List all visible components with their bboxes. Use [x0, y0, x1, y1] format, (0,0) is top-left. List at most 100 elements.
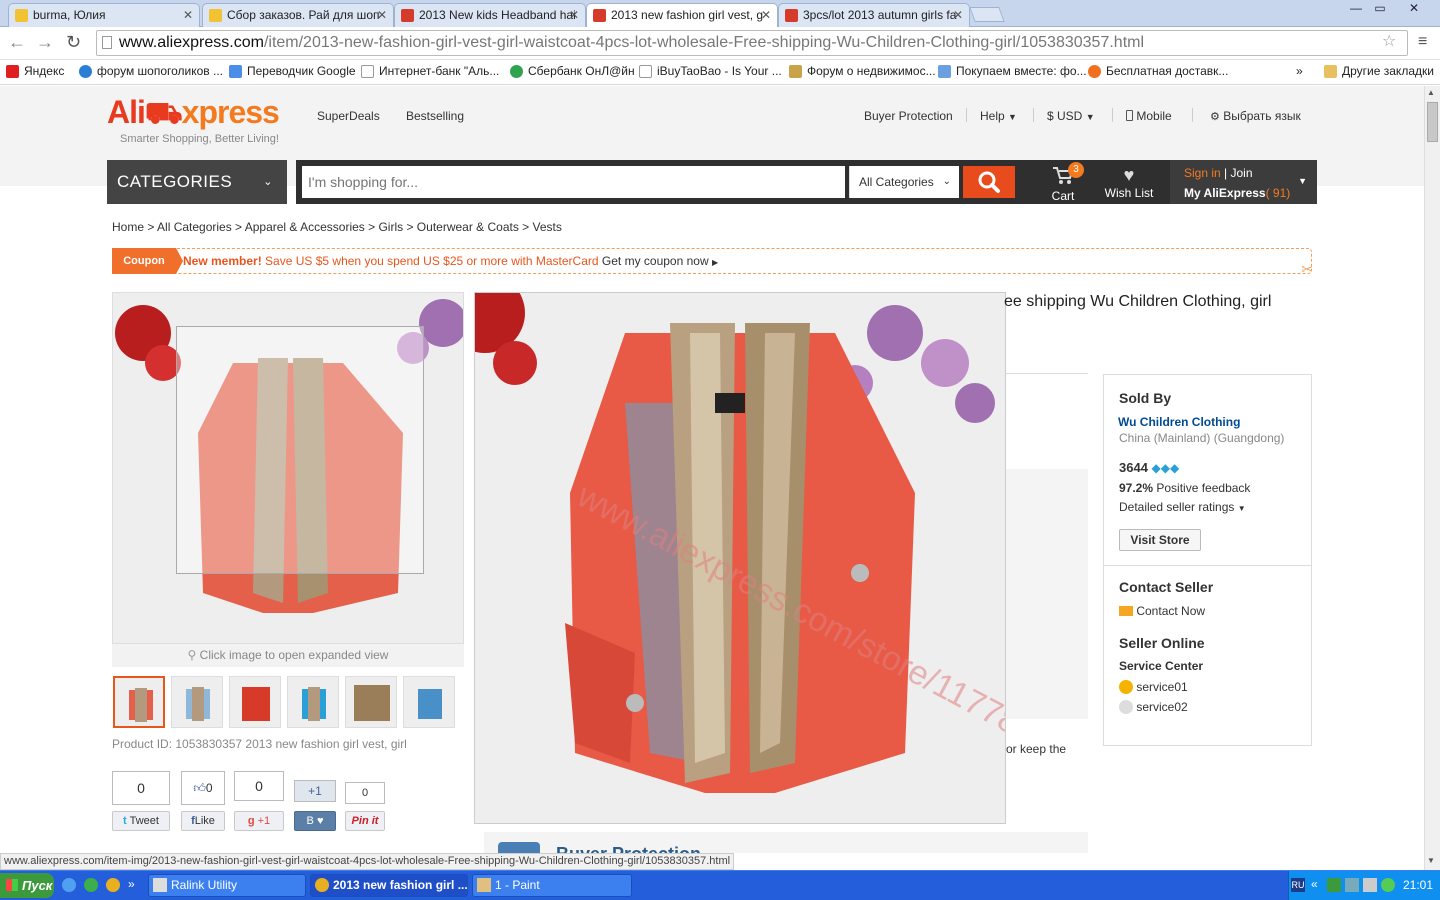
- ie-icon[interactable]: [62, 878, 76, 892]
- sign-in-link[interactable]: Sign in: [1184, 166, 1221, 180]
- my-aliexpress-menu[interactable]: Sign in | Join My AliExpress( 91) ▼: [1170, 160, 1317, 204]
- store-name-link[interactable]: Wu Children Clothing: [1118, 415, 1240, 429]
- tab-close-icon[interactable]: ✕: [377, 4, 387, 26]
- thumbnail-6[interactable]: [403, 676, 455, 728]
- wishlist-button[interactable]: ♥ Wish List: [1098, 164, 1160, 200]
- new-tab-button[interactable]: [969, 7, 1005, 22]
- bookmark-item[interactable]: iBuyTaoBao - Is Your ...: [639, 64, 782, 78]
- facebook-like-button[interactable]: fLike: [181, 811, 225, 831]
- tray-status-icon[interactable]: [1381, 878, 1395, 892]
- tab-close-icon[interactable]: ✕: [953, 4, 963, 26]
- breadcrumb[interactable]: Home > All Categories > Apparel & Access…: [112, 220, 562, 234]
- search-input[interactable]: [302, 166, 845, 198]
- bookmark-item[interactable]: Переводчик Google: [229, 64, 356, 78]
- get-coupon-link[interactable]: Get my coupon now ▶: [602, 254, 718, 268]
- expand-hint[interactable]: ⚲ Click image to open expanded view: [112, 644, 464, 667]
- browser-tab[interactable]: 3pcs/lot 2013 autumn girls fa ✕: [778, 3, 970, 27]
- browser-tab-active[interactable]: 2013 new fashion girl vest, g ✕: [586, 3, 778, 28]
- volume-icon[interactable]: [1363, 878, 1377, 892]
- tab-close-icon[interactable]: ✕: [569, 4, 579, 26]
- zoomed-product-image[interactable]: www.aliexpress.com/store/117788: [474, 292, 1006, 824]
- expand-hint-label: Click image to open expanded view: [199, 648, 389, 662]
- forward-arrow-icon[interactable]: →: [36, 32, 54, 52]
- detailed-ratings-toggle[interactable]: Detailed seller ratings ▼: [1119, 500, 1246, 514]
- bookmark-item[interactable]: Яндекс: [6, 64, 64, 78]
- search-button[interactable]: [963, 166, 1015, 198]
- cart-button[interactable]: Cart 3: [1040, 162, 1086, 203]
- language-indicator[interactable]: RU: [1291, 878, 1305, 892]
- bookmark-item[interactable]: Форум о недвижимос...: [789, 64, 936, 78]
- network-icon[interactable]: [1345, 878, 1359, 892]
- menu-icon[interactable]: ≡: [1418, 32, 1427, 52]
- bookmark-star-icon[interactable]: ☆: [1382, 32, 1396, 52]
- thumbnail-5[interactable]: [345, 676, 397, 728]
- wishlist-label: Wish List: [1104, 186, 1154, 200]
- google-plus-button[interactable]: g +1: [234, 811, 284, 831]
- address-bar[interactable]: www.aliexpress.com/item/2013-new-fashion…: [96, 30, 1408, 56]
- clock[interactable]: 21:01: [1403, 878, 1433, 892]
- nav-superdeals[interactable]: SuperDeals: [317, 109, 380, 123]
- aliexpress-logo[interactable]: Ali⛟xpress: [107, 94, 280, 135]
- restore-button[interactable]: ▭: [1368, 0, 1392, 18]
- vk-button[interactable]: B ♥: [294, 811, 336, 831]
- bookmarks-bar: Яндекс форум шопоголиков ... Переводчик …: [0, 60, 1440, 85]
- taskbar-task-chrome[interactable]: 2013 new fashion girl ...: [310, 874, 468, 897]
- language-selector[interactable]: ⚙ Выбрать язык: [1210, 109, 1301, 123]
- bookmarks-more-button[interactable]: »: [1296, 64, 1303, 78]
- taskbar-task-paint[interactable]: 1 - Paint: [472, 874, 632, 897]
- visit-store-button[interactable]: Visit Store: [1119, 529, 1201, 551]
- thumbnail-4[interactable]: [287, 676, 339, 728]
- chevron-right-icon[interactable]: »: [128, 877, 135, 891]
- scroll-down-icon[interactable]: ▼: [1427, 856, 1435, 865]
- minimize-button[interactable]: —: [1344, 0, 1368, 18]
- thumbnail-image: [172, 677, 222, 727]
- close-window-button[interactable]: ✕: [1394, 0, 1434, 18]
- mobile-link[interactable]: Mobile: [1126, 109, 1172, 123]
- back-arrow-icon[interactable]: ←: [8, 32, 26, 52]
- tab-title: 2013 new fashion girl vest, g: [611, 8, 764, 22]
- scroll-up-icon[interactable]: ▲: [1427, 88, 1435, 97]
- nav-bestselling[interactable]: Bestselling: [406, 109, 464, 123]
- taskbar-task-ralink[interactable]: Ralink Utility: [148, 874, 306, 897]
- pinterest-button[interactable]: Pin it: [345, 811, 385, 831]
- thumbnail-1[interactable]: [113, 676, 165, 728]
- start-button[interactable]: Пуск: [0, 873, 54, 898]
- utorrent-icon[interactable]: [84, 878, 98, 892]
- bookmark-item[interactable]: Покупаем вместе: фо...: [938, 64, 1087, 78]
- scrollbar-thumb[interactable]: [1427, 102, 1438, 142]
- browser-tab[interactable]: burma, Юлия ✕: [8, 3, 200, 27]
- buyer-protection-link[interactable]: Buyer Protection: [864, 109, 953, 123]
- task-label: 2013 new fashion girl ...: [333, 878, 468, 892]
- bookmark-item[interactable]: форум шопоголиков ...: [79, 64, 223, 78]
- categories-menu[interactable]: CATEGORIES ⌄: [107, 160, 287, 204]
- tab-title: 3pcs/lot 2013 autumn girls fa: [803, 8, 957, 22]
- vest-zoomed-photo: www.aliexpress.com/store/117788: [475, 293, 1005, 823]
- service02-link[interactable]: service02: [1119, 700, 1188, 714]
- zoom-lens[interactable]: [176, 326, 424, 574]
- tweet-button[interactable]: t Tweet: [112, 811, 170, 831]
- vk-count: +1: [294, 780, 336, 802]
- join-link[interactable]: | Join: [1224, 166, 1252, 180]
- tab-close-icon[interactable]: ✕: [761, 4, 771, 26]
- logo-tagline: Smarter Shopping, Better Living!: [120, 133, 279, 145]
- help-menu[interactable]: Help ▼: [980, 109, 1017, 123]
- search-category-select[interactable]: All Categories ⌄: [849, 166, 959, 198]
- bookmark-item[interactable]: Сбербанк ОнЛ@йн: [510, 64, 635, 78]
- page-scrollbar[interactable]: ▲ ▼: [1424, 86, 1440, 870]
- chrome-icon[interactable]: [106, 878, 120, 892]
- thumbnail-3[interactable]: [229, 676, 281, 728]
- thumbnail-2[interactable]: [171, 676, 223, 728]
- tray-app-icon[interactable]: [1327, 878, 1341, 892]
- tab-close-icon[interactable]: ✕: [183, 4, 193, 26]
- other-bookmarks-folder[interactable]: Другие закладки: [1324, 64, 1434, 78]
- bookmark-item[interactable]: Бесплатная доставк...: [1088, 64, 1228, 78]
- contact-now-link[interactable]: Contact Now: [1119, 604, 1205, 618]
- currency-menu[interactable]: $ USD ▼: [1047, 109, 1095, 123]
- browser-tab[interactable]: Сбор заказов. Рай для шоп ✕: [202, 3, 394, 27]
- price-panel: [1006, 469, 1088, 719]
- reload-icon[interactable]: ↻: [66, 32, 81, 52]
- browser-tab[interactable]: 2013 New kids Headband hai ✕: [394, 3, 586, 27]
- chevron-left-icon[interactable]: «: [1311, 877, 1318, 891]
- service01-link[interactable]: service01: [1119, 680, 1188, 694]
- bookmark-item[interactable]: Интернет-банк "Аль...: [361, 64, 499, 78]
